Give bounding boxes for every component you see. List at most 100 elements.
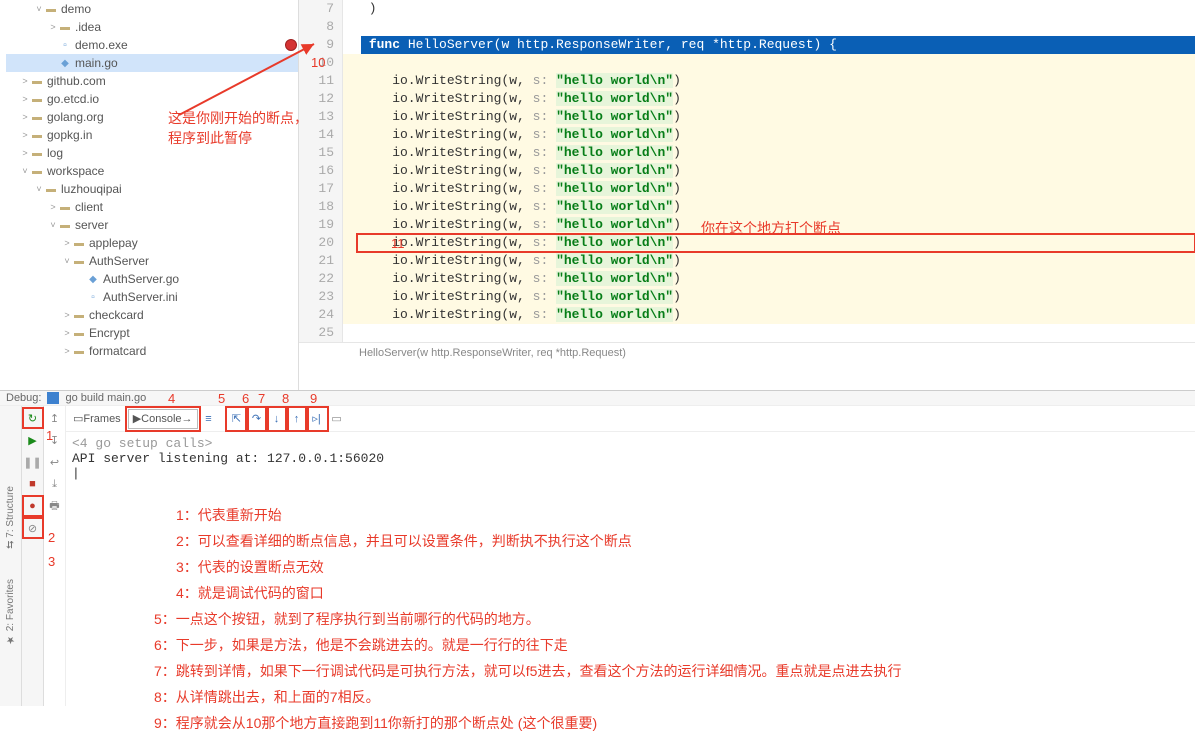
folder-icon: ▬	[58, 218, 72, 232]
frames-tab[interactable]: ▭ Frames	[68, 409, 126, 429]
file-icon: ▫	[58, 38, 72, 52]
go-file-icon: ◆	[86, 272, 100, 286]
scroll-to-top-icon[interactable]: ↥	[47, 410, 63, 426]
run-to-cursor-button[interactable]: ▹|	[308, 409, 326, 429]
tree-item[interactable]: ▫demo.exe	[6, 36, 298, 54]
scroll-to-end-icon[interactable]: ⤓	[47, 476, 63, 492]
tree-item-label: gopkg.in	[47, 128, 92, 142]
code-line[interactable]: io.WriteString(w, s: "hello world\n")	[357, 180, 1195, 198]
tree-item[interactable]: >▬formatcard	[6, 342, 298, 360]
tree-item-label: demo	[61, 2, 91, 16]
tree-item-label: AuthServer.ini	[103, 290, 178, 304]
debug-toolbar: ▭ Frames ▶ Console → ≡ ⇱ ↷ ↓ ↑ ▹| ▭ 4 5 …	[66, 406, 1195, 432]
explain-list-2: 5：一点这个按钮，就到了程序执行到当前哪行的代码的地方。 6：下一步，如果是方法…	[154, 606, 901, 736]
rerun-button[interactable]: ↻	[25, 410, 41, 426]
project-tree[interactable]: ˅▬demo>▬.idea▫demo.exe◆main.go>▬github.c…	[0, 0, 299, 390]
step-over-button[interactable]: ↷	[248, 409, 266, 429]
folder-icon: ▬	[58, 20, 72, 34]
file-icon: ▫	[86, 290, 100, 304]
tree-item-label: server	[75, 218, 108, 232]
view-breakpoints-button[interactable]: ●	[25, 498, 41, 514]
resume-button[interactable]: ▶	[25, 432, 41, 448]
tree-item-label: .idea	[75, 20, 101, 34]
tree-item-label: checkcard	[89, 308, 144, 322]
tree-item[interactable]: >▬checkcard	[6, 306, 298, 324]
folder-icon: ▬	[72, 254, 86, 268]
tree-item[interactable]: >▬applepay	[6, 234, 298, 252]
code-line[interactable]: io.WriteString(w, s: "hello world\n")	[357, 108, 1195, 126]
tree-item[interactable]: >▬client	[6, 198, 298, 216]
code-line[interactable]: io.WriteString(w, s: "hello world\n")	[357, 90, 1195, 108]
folder-icon: ▬	[72, 344, 86, 358]
folder-icon: ▬	[44, 182, 58, 196]
show-execution-point-button[interactable]: ⇱	[228, 409, 246, 429]
folder-icon: ▬	[30, 74, 44, 88]
code-line[interactable]: io.WriteString(w, s: "hello world\n")	[357, 270, 1195, 288]
debug-tool-column-1: ↻ ▶ ❚❚ ■ ● ⊘	[22, 406, 44, 706]
code-line[interactable]: io.WriteString(w, s: "hello world\n")	[357, 252, 1195, 270]
tree-item[interactable]: >▬go.etcd.io	[6, 90, 298, 108]
scroll-down-icon[interactable]: ↧	[47, 432, 63, 448]
code-line[interactable]: io.WriteString(w, s: "hello world\n")	[357, 288, 1195, 306]
left-vertical-tabs[interactable]: ⇆ 7: Structure ★ 2: Favorites	[0, 406, 22, 706]
soft-wrap-icon[interactable]: ↩	[47, 454, 63, 470]
evaluate-icon[interactable]: ▭	[328, 409, 346, 429]
code-line[interactable]: io.WriteString(w, s: "hello world\n")	[357, 162, 1195, 180]
tree-item[interactable]: >▬Encrypt	[6, 324, 298, 342]
sidebar-anno: 这是你刚开始的断点， 程序到此暂停	[168, 108, 308, 148]
code-line[interactable]	[357, 324, 1195, 342]
breadcrumb: HelloServer(w http.ResponseWriter, req *…	[299, 342, 1195, 362]
code-line[interactable]: func HelloServer(w http.ResponseWriter, …	[357, 36, 1195, 54]
breakpoint-icon[interactable]	[285, 39, 297, 51]
tree-item[interactable]: ˅▬demo	[6, 0, 298, 18]
tree-item[interactable]: >▬.idea	[6, 18, 298, 36]
step-into-button[interactable]: ↓	[268, 409, 286, 429]
code-line[interactable]	[357, 18, 1195, 36]
tree-item[interactable]: ˅▬AuthServer	[6, 252, 298, 270]
tree-item[interactable]: ˅▬luzhouqipai	[6, 180, 298, 198]
folder-icon: ▬	[72, 326, 86, 340]
threads-icon[interactable]: ≡	[200, 409, 218, 429]
code-line[interactable]: )	[357, 0, 1195, 18]
folder-icon: ▬	[30, 92, 44, 106]
mute-breakpoints-button[interactable]: ⊘	[25, 520, 41, 536]
console-tab[interactable]: ▶ Console →	[128, 409, 198, 429]
folder-icon: ▬	[44, 2, 58, 16]
tree-item-label: log	[47, 146, 63, 160]
tree-item-label: github.com	[47, 74, 106, 88]
code-line[interactable]: io.WriteString(w, s: "hello world\n")	[357, 234, 1195, 252]
folder-icon: ▬	[58, 200, 72, 214]
code-line[interactable]: io.WriteString(w, s: "hello world\n")	[357, 144, 1195, 162]
tree-item[interactable]: ◆main.go	[6, 54, 298, 72]
debug-header: Debug: go build main.go	[0, 390, 1195, 406]
go-icon	[47, 392, 59, 404]
code-lines[interactable]: ) func HelloServer(w http.ResponseWriter…	[357, 0, 1195, 342]
code-line[interactable]: io.WriteString(w, s: "hello world\n")	[357, 198, 1195, 216]
code-line[interactable]: io.WriteString(w, s: "hello world\n")	[357, 216, 1195, 234]
tree-item-label: demo.exe	[75, 38, 128, 52]
tree-item[interactable]: ▫AuthServer.ini	[6, 288, 298, 306]
code-line[interactable]: io.WriteString(w, s: "hello world\n")	[357, 126, 1195, 144]
tree-item[interactable]: >▬github.com	[6, 72, 298, 90]
console-output[interactable]: <4 go setup calls> API server listening …	[66, 432, 1195, 485]
code-editor[interactable]: 78910111213141516171819202122232425 ) fu…	[299, 0, 1195, 390]
tree-item-label: luzhouqipai	[61, 182, 122, 196]
line-gutter[interactable]: 78910111213141516171819202122232425	[299, 0, 343, 342]
explain-list: 1：代表重新开始 2：可以查看详细的断点信息，并且可以设置条件，判断执不执行这个…	[176, 502, 632, 606]
tree-item[interactable]: ˅▬workspace	[6, 162, 298, 180]
pause-button[interactable]: ❚❚	[25, 454, 41, 470]
tree-item-label: golang.org	[47, 110, 104, 124]
code-line[interactable]: io.WriteString(w, s: "hello world\n")	[357, 306, 1195, 324]
print-icon[interactable]: 🖶	[47, 498, 63, 514]
tree-item[interactable]: ◆AuthServer.go	[6, 270, 298, 288]
folder-icon: ▬	[30, 164, 44, 178]
tree-item[interactable]: ˅▬server	[6, 216, 298, 234]
folder-icon: ▬	[72, 308, 86, 322]
step-out-button[interactable]: ↑	[288, 409, 306, 429]
go-file-icon: ◆	[58, 56, 72, 70]
folder-icon: ▬	[72, 236, 86, 250]
code-line[interactable]: io.WriteString(w, s: "hello world\n")	[357, 72, 1195, 90]
stop-button[interactable]: ■	[25, 476, 41, 492]
code-line[interactable]	[357, 54, 1195, 72]
debug-config-name[interactable]: go build main.go	[65, 392, 146, 404]
